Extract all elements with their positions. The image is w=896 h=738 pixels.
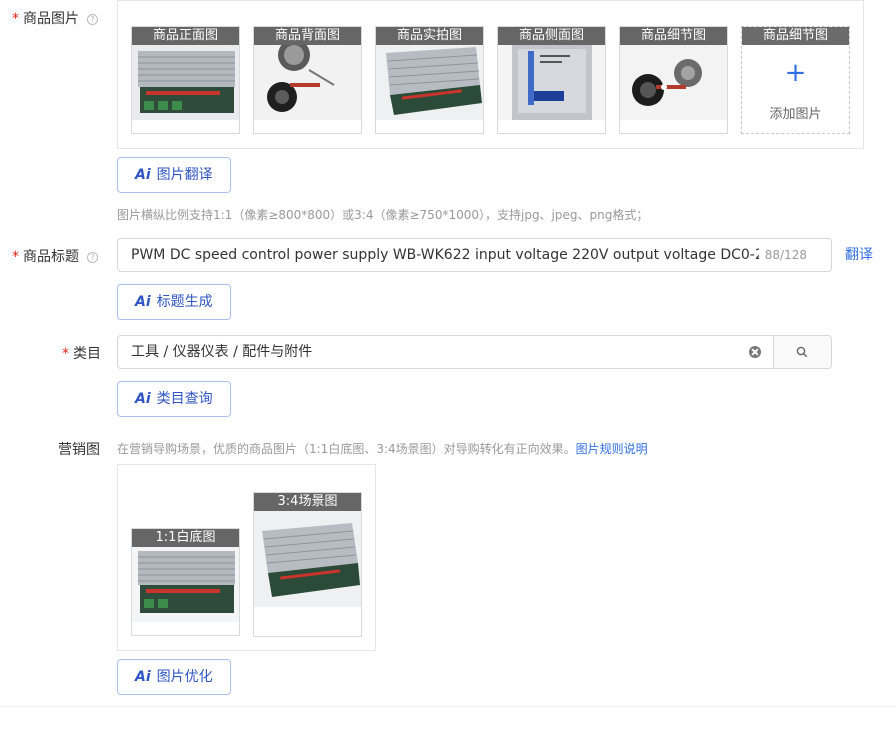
product-images-label: * 商品图片?	[12, 8, 98, 28]
question-circle-icon[interactable]: ?	[87, 252, 98, 263]
title-input[interactable]: PWM DC speed control power supply WB-WK6…	[117, 238, 832, 272]
marketing-images-panel: 1:1白底图 3:4场景图	[117, 464, 376, 651]
ai-icon: Ai	[135, 167, 151, 183]
image-slot-front[interactable]: 商品正面图	[131, 26, 240, 134]
image-slot-side[interactable]: 商品侧面图	[497, 26, 606, 134]
image-caption: 商品实拍图	[376, 27, 483, 45]
marketing-slot-scene[interactable]: 3:4场景图	[253, 492, 362, 637]
image-slot-detail[interactable]: 商品细节图	[619, 26, 728, 134]
title-char-count: 88/128	[758, 239, 807, 271]
image-caption: 3:4场景图	[254, 493, 361, 511]
category-query-button[interactable]: Ai 类目查询	[117, 381, 231, 417]
image-ratio-hint: 图片横纵比例支持1:1（像素≥800*800）或3:4（像素≥750*1000）…	[117, 208, 649, 222]
title-generate-button[interactable]: Ai 标题生成	[117, 284, 231, 320]
product-photo	[254, 511, 361, 607]
image-caption: 1:1白底图	[132, 529, 239, 547]
product-photo	[376, 45, 483, 120]
category-label: * 类目	[62, 346, 101, 362]
image-caption: 商品细节图	[742, 27, 849, 45]
image-translate-button[interactable]: Ai 图片翻译	[117, 157, 231, 193]
marketing-hint: 在营销导购场景，优质的商品图片（1:1白底图、3:4场景图）对导购转化有正向效果…	[117, 442, 648, 456]
category-search-button[interactable]	[773, 336, 831, 368]
clear-circle-icon[interactable]	[749, 346, 761, 358]
question-circle-icon[interactable]: ?	[87, 14, 98, 25]
product-photo	[132, 45, 239, 120]
product-photo	[132, 547, 239, 622]
divider	[0, 706, 896, 707]
image-caption: 商品侧面图	[498, 27, 605, 45]
image-rules-link[interactable]: 图片规则说明	[576, 442, 648, 456]
category-input[interactable]: 工具 / 仪器仪表 / 配件与附件	[117, 335, 832, 369]
marketing-slot-white-bg[interactable]: 1:1白底图	[131, 528, 240, 636]
image-optimize-button[interactable]: Ai 图片优化	[117, 659, 231, 695]
product-photo	[620, 45, 727, 120]
translate-link[interactable]: 翻译	[845, 244, 873, 264]
image-caption: 商品细节图	[620, 27, 727, 45]
product-photo	[498, 45, 605, 120]
add-image-label: 添加图片	[769, 107, 822, 122]
ai-icon: Ai	[135, 669, 151, 685]
image-caption: 商品正面图	[132, 27, 239, 45]
title-label: * 商品标题?	[12, 246, 98, 266]
image-slot-photo[interactable]: 商品实拍图	[375, 26, 484, 134]
plus-icon[interactable]: +	[742, 60, 849, 86]
product-photo	[254, 45, 361, 120]
marketing-label: 营销图	[58, 442, 100, 458]
add-image-slot[interactable]: 商品细节图 + 添加图片	[741, 26, 850, 134]
image-slot-back[interactable]: 商品背面图	[253, 26, 362, 134]
image-caption: 商品背面图	[254, 27, 361, 45]
title-value: PWM DC speed control power supply WB-WK6…	[131, 247, 764, 263]
ai-icon: Ai	[135, 391, 151, 407]
product-images-panel: 商品正面图 商品背面图 商品实拍图 商品侧面图 商品细节图 商品细节图 + 添加…	[117, 0, 864, 149]
ai-icon: Ai	[135, 294, 151, 310]
search-icon	[796, 346, 808, 358]
category-value: 工具 / 仪器仪表 / 配件与附件	[131, 344, 313, 360]
